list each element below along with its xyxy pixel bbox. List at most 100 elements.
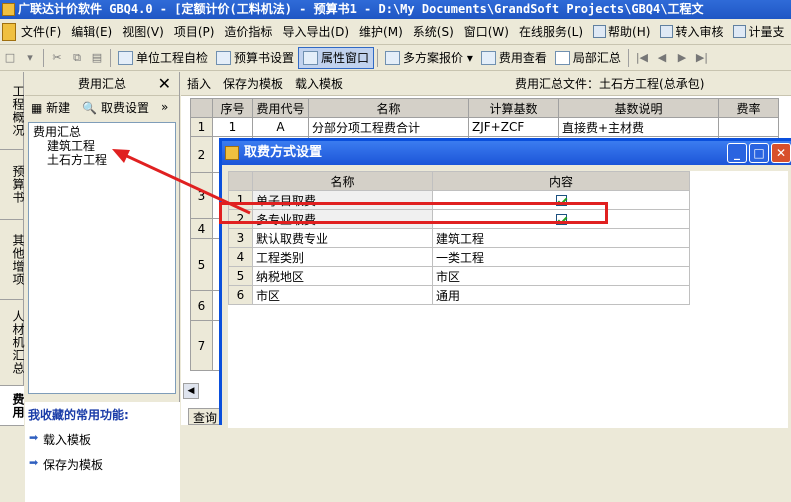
dialog-title: 取费方式设置 xyxy=(244,145,323,160)
last-icon[interactable]: ▶| xyxy=(695,51,709,65)
tab-labor-material[interactable]: 人材机汇总 xyxy=(0,300,25,386)
col-content: 内容 xyxy=(432,171,690,191)
load-template-button[interactable]: 载入模板 xyxy=(289,75,349,92)
menu-import-export[interactable]: 导入导出(D) xyxy=(277,23,354,40)
maximize-icon[interactable]: □ xyxy=(749,143,769,163)
table-row[interactable]: 1 1 A 分部分项工程费合计 ZJF+ZCF 直接费+主材费 xyxy=(190,117,779,137)
option-name: 纳税地区 xyxy=(252,266,433,286)
self-check-label: 单位工程自检 xyxy=(136,51,209,65)
panel-tools: ▦ 新建 🔍 取费设置 » xyxy=(25,96,179,118)
option-content[interactable]: 市区 xyxy=(432,266,690,286)
tab-other-items[interactable]: 其他增项 xyxy=(0,220,25,300)
options-table: 名称 内容 1 单子目取费 2 多专业取费 3 默认取费专业 建筑工程 4 工程… xyxy=(228,171,690,305)
dropdown-arrow-icon[interactable]: ▾ xyxy=(23,51,37,65)
col-corner xyxy=(190,98,213,118)
col-corner xyxy=(228,171,253,191)
menu-review[interactable]: 转入审核 xyxy=(655,23,728,40)
fee-icon xyxy=(480,50,496,65)
app-logo-icon xyxy=(2,22,16,41)
menu-view[interactable]: 视图(V) xyxy=(117,23,169,40)
tree-item-earthwork[interactable]: 土石方工程 xyxy=(33,153,171,167)
cell-base-desc[interactable]: 直接费+主材费 xyxy=(558,117,719,137)
new-doc-icon[interactable]: □ xyxy=(3,51,17,65)
fav-load-template[interactable]: 载入模板 xyxy=(25,427,180,452)
save-template-button[interactable]: 保存为模板 xyxy=(217,75,289,92)
menu-measure[interactable]: 计量支 xyxy=(728,23,789,40)
window-icon xyxy=(303,50,319,65)
col-name: 名称 xyxy=(308,98,469,118)
cell-base[interactable]: ZJF+ZCF xyxy=(468,117,559,137)
toolbar-separator xyxy=(627,48,629,67)
option-row-default-discipline[interactable]: 3 默认取费专业 建筑工程 xyxy=(228,228,690,248)
tab-budget[interactable]: 预算书 xyxy=(0,150,25,220)
paste-icon[interactable]: ▤ xyxy=(90,51,104,65)
close-icon[interactable]: ✕ xyxy=(158,72,171,96)
row-number: 4 xyxy=(228,247,253,267)
partial-summary-button[interactable]: 局部汇总 xyxy=(551,47,625,69)
option-name: 工程类别 xyxy=(252,247,433,267)
window-title-bar: 广联达计价软件 GBQ4.0 - [定额计价(工料机法) - 预算书1 - D:… xyxy=(0,0,791,19)
option-content[interactable]: 通用 xyxy=(432,285,690,305)
more-icon[interactable]: » xyxy=(161,100,168,114)
next-icon[interactable]: ▶ xyxy=(675,51,689,65)
fee-view-button[interactable]: 费用查看 xyxy=(477,47,551,69)
new-button[interactable]: ▦ 新建 xyxy=(31,99,76,116)
close-icon[interactable]: ✕ xyxy=(771,143,791,163)
budget-settings-label: 预算书设置 xyxy=(234,51,295,65)
tab-project-overview[interactable]: 工程概况 xyxy=(0,72,25,150)
cell-seq[interactable]: 1 xyxy=(212,117,253,137)
fav-save-template[interactable]: 保存为模板 xyxy=(25,452,180,477)
row-number: 1 xyxy=(190,117,213,137)
fee-method-dialog: 取费方式设置 _ □ ✕ 名称 内容 1 单子目取费 2 多专业取费 3 默认取… xyxy=(219,138,791,428)
option-name: 市区 xyxy=(252,285,433,305)
dialog-window-controls: _ □ ✕ xyxy=(725,143,791,163)
cell-code[interactable]: A xyxy=(252,117,309,137)
row-number: 2 xyxy=(190,136,213,173)
minimize-icon[interactable]: _ xyxy=(727,143,747,163)
copy-icon[interactable]: ⧉ xyxy=(70,51,84,65)
cut-icon[interactable]: ✂ xyxy=(50,51,64,65)
query-tab[interactable]: 查询 xyxy=(188,408,223,425)
menu-maintain[interactable]: 维护(M) xyxy=(354,23,408,40)
check-icon xyxy=(118,50,133,65)
option-row-urban-area[interactable]: 6 市区 通用 xyxy=(228,285,690,305)
tab-fee[interactable]: 费用 xyxy=(0,386,25,426)
menu-system[interactable]: 系统(S) xyxy=(408,23,459,40)
tree-root[interactable]: 费用汇总 xyxy=(33,125,171,139)
first-icon[interactable]: |◀ xyxy=(635,51,649,65)
quote-icon xyxy=(385,50,401,65)
fee-settings-label: 取费设置 xyxy=(100,100,149,115)
fee-tree: 费用汇总 建筑工程 土石方工程 xyxy=(28,122,176,394)
row-number: 7 xyxy=(190,320,213,371)
menu-project[interactable]: 项目(P) xyxy=(169,23,220,40)
property-window-button[interactable]: 属性窗口 xyxy=(298,46,375,69)
menu-window[interactable]: 窗口(W) xyxy=(459,23,514,40)
menu-cost-index[interactable]: 造价指标 xyxy=(219,23,277,40)
menu-online[interactable]: 在线服务(L) xyxy=(514,23,588,40)
option-content[interactable]: 建筑工程 xyxy=(432,228,690,248)
option-row-tax-region[interactable]: 5 纳税地区 市区 xyxy=(228,266,690,286)
prev-icon[interactable]: ◀ xyxy=(655,51,669,65)
cell-name[interactable]: 分部分项工程费合计 xyxy=(308,117,469,137)
panel-header: 费用汇总 ✕ xyxy=(25,72,179,96)
cell-rate[interactable] xyxy=(718,117,779,137)
menu-bar: 文件(F) 编辑(E) 视图(V) 项目(P) 造价指标 导入导出(D) 维护(… xyxy=(0,19,791,45)
scroll-left-icon[interactable]: ◀ xyxy=(183,383,199,399)
menu-help[interactable]: 帮助(H) xyxy=(588,23,655,40)
toolbar-separator xyxy=(377,48,379,67)
fee-settings-button[interactable]: 🔍 取费设置 xyxy=(82,99,155,116)
option-content[interactable]: 一类工程 xyxy=(432,247,690,267)
multi-quote-button[interactable]: 多方案报价 ▾ xyxy=(381,47,477,69)
app-icon xyxy=(2,3,15,16)
menu-edit[interactable]: 编辑(E) xyxy=(66,23,117,40)
option-row-project-category[interactable]: 4 工程类别 一类工程 xyxy=(228,247,690,267)
property-window-label: 属性窗口 xyxy=(321,51,370,65)
self-check-button[interactable]: 单位工程自检 xyxy=(114,47,212,69)
window-title: 广联达计价软件 GBQ4.0 - [定额计价(工料机法) - 预算书1 - D:… xyxy=(18,2,704,16)
menu-file[interactable]: 文件(F) xyxy=(16,23,66,40)
col-seq: 序号 xyxy=(212,98,253,118)
insert-button[interactable]: 插入 xyxy=(181,75,217,92)
budget-settings-button[interactable]: 预算书设置 xyxy=(212,47,298,69)
dialog-title-bar: 取费方式设置 _ □ ✕ xyxy=(222,141,791,165)
tree-item-building[interactable]: 建筑工程 xyxy=(33,139,171,153)
